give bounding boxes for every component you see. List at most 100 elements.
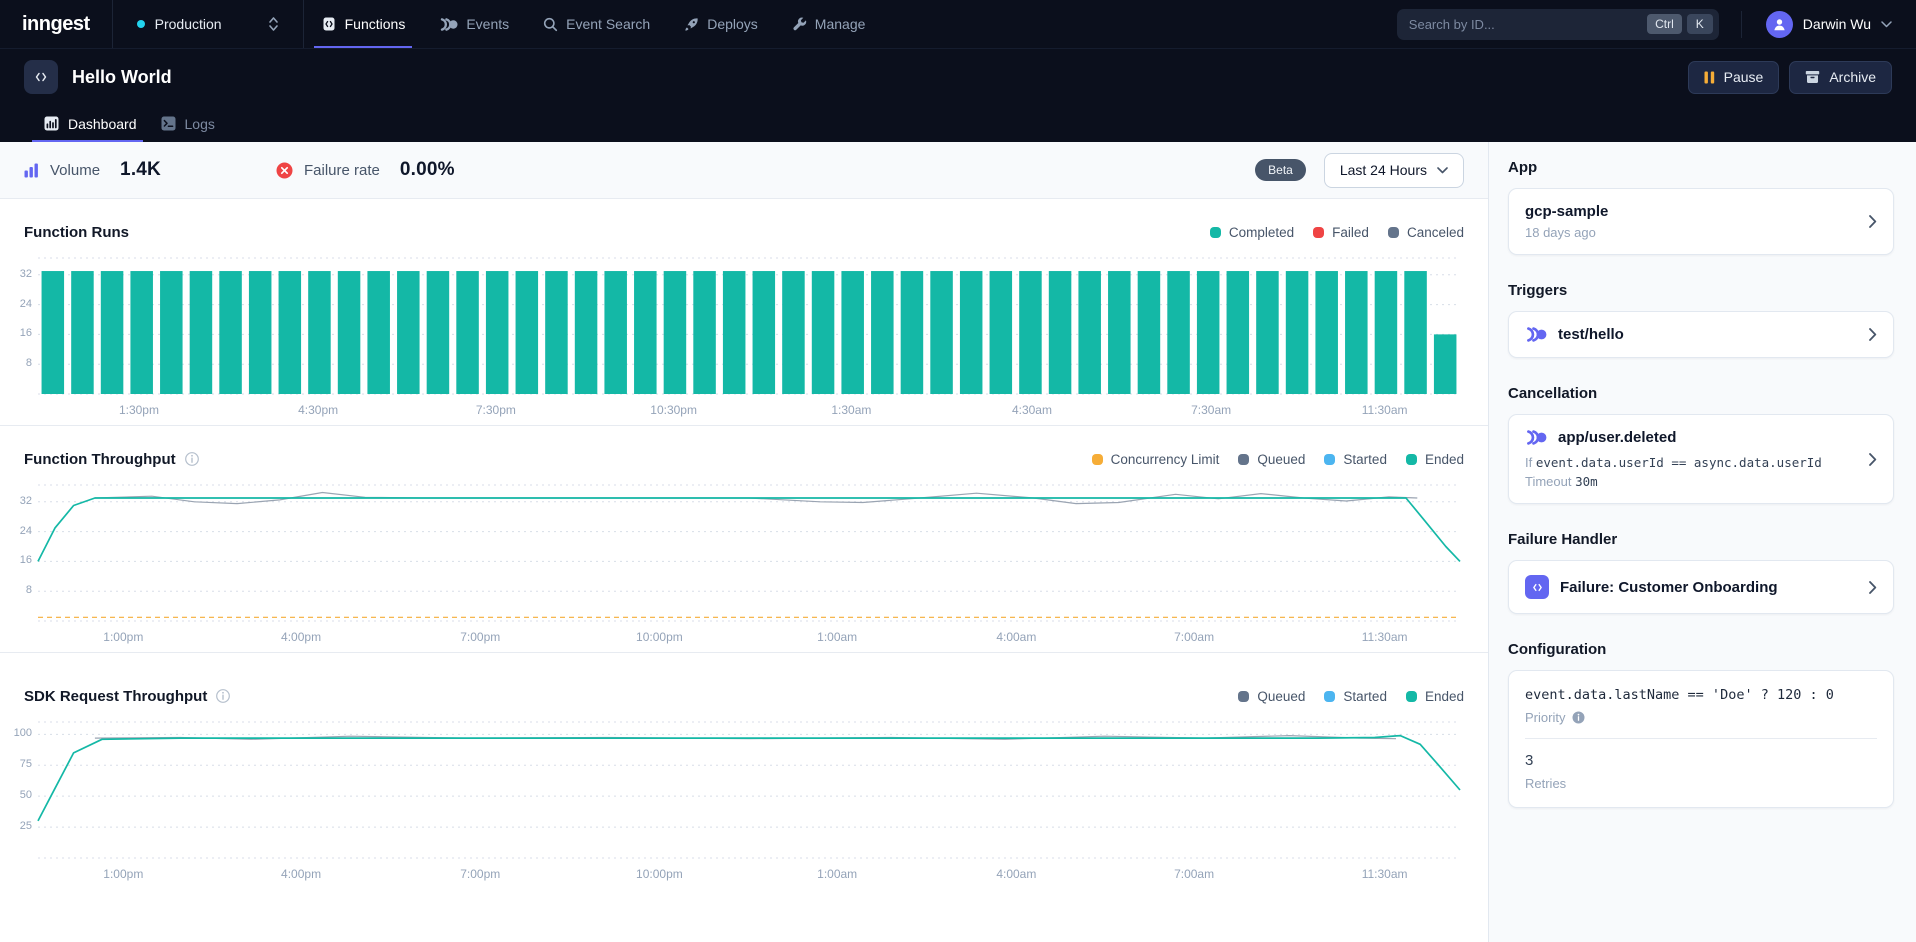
nav-item-events[interactable]: Events <box>422 0 526 48</box>
legend-item: Ended <box>1406 689 1464 704</box>
info-icon[interactable] <box>216 689 230 703</box>
details-sidebar: App gcp-sample 18 days ago Triggers test… <box>1489 142 1916 942</box>
app-name: gcp-sample <box>1525 203 1859 220</box>
nav-tabs: Functions Events Event Search Deploys Ma… <box>304 0 883 48</box>
function-icon <box>24 60 58 94</box>
x-axis-label: 1:30pm <box>99 403 179 417</box>
legend-swatch <box>1406 691 1417 702</box>
time-range-select[interactable]: Last 24 Hours <box>1324 153 1464 188</box>
rocket-icon <box>684 17 699 32</box>
x-axis-label: 7:00pm <box>440 867 520 881</box>
cancellation-event-name: app/user.deleted <box>1558 429 1676 446</box>
legend-swatch <box>1406 454 1417 465</box>
dashboard-icon <box>44 116 59 131</box>
volume-value: 1.4K <box>120 159 161 181</box>
configuration-card: event.data.lastName == 'Doe' ? 120 : 0 P… <box>1508 670 1894 808</box>
user-menu[interactable]: Darwin Wu <box>1741 11 1916 38</box>
chevron-down-icon <box>1437 167 1448 174</box>
legend-swatch <box>1324 691 1335 702</box>
trigger-event-name: test/hello <box>1558 326 1624 343</box>
x-axis-label: 11:30am <box>1345 403 1425 417</box>
archive-label: Archive <box>1829 69 1876 85</box>
x-axis-label: 7:30pm <box>456 403 536 417</box>
function-throughput-section: Function Throughput Concurrency LimitQue… <box>0 426 1488 653</box>
app-last-synced: 18 days ago <box>1525 225 1859 240</box>
failure-icon <box>276 162 293 179</box>
section-heading: Configuration <box>1508 641 1894 658</box>
stats-bar: Volume 1.4K Failure rate 0.00% Beta Last… <box>0 142 1488 199</box>
environment-status-dot <box>137 20 145 28</box>
trigger-card[interactable]: test/hello <box>1508 311 1894 358</box>
y-axis-tick: 8 <box>0 584 32 596</box>
function-header: Hello World Pause Archive Dashboard Logs <box>0 49 1916 142</box>
sdk-request-throughput-chart: 255075100 1:00pm4:00pm7:00pm10:00pm1:00a… <box>0 719 1488 885</box>
x-axis-label: 1:30am <box>811 403 891 417</box>
retries-label: Retries <box>1525 776 1877 791</box>
nav-item-deploys[interactable]: Deploys <box>667 0 775 48</box>
chart-title: Function Runs <box>24 224 129 241</box>
search-input[interactable] <box>1409 17 1642 32</box>
x-axis-label: 10:00pm <box>619 867 699 881</box>
nav-item-functions[interactable]: Functions <box>304 0 423 48</box>
failure-rate-label: Failure rate <box>304 162 380 179</box>
archive-button[interactable]: Archive <box>1789 61 1892 94</box>
ctrl-key-badge: Ctrl <box>1647 14 1682 34</box>
nav-item-manage[interactable]: Manage <box>775 0 883 48</box>
search-icon <box>543 17 558 32</box>
nav-item-event-search[interactable]: Event Search <box>526 0 667 48</box>
chart-title: Function Throughput <box>24 451 176 468</box>
x-axis-label: 4:00pm <box>261 630 341 644</box>
search-box[interactable]: Ctrl K <box>1397 9 1719 40</box>
if-label: If <box>1525 455 1532 470</box>
legend-item: Canceled <box>1388 225 1464 240</box>
function-runs-section: Function Runs CompletedFailedCanceled 81… <box>0 199 1488 426</box>
legend-item: Completed <box>1210 225 1294 240</box>
pause-button[interactable]: Pause <box>1688 61 1780 94</box>
legend-item: Ended <box>1406 452 1464 467</box>
divider <box>1525 738 1877 739</box>
configuration-section: Configuration event.data.lastName == 'Do… <box>1508 641 1894 808</box>
tab-label: Dashboard <box>68 116 137 132</box>
y-axis-tick: 25 <box>0 820 32 832</box>
avatar <box>1766 11 1793 38</box>
legend-swatch <box>1210 227 1221 238</box>
x-axis-label: 7:30am <box>1171 403 1251 417</box>
section-heading: Failure Handler <box>1508 531 1894 548</box>
k-key-badge: K <box>1687 14 1713 34</box>
chart-title: SDK Request Throughput <box>24 688 207 705</box>
x-axis-label: 7:00am <box>1154 867 1234 881</box>
cancellation-section: Cancellation app/user.deleted If event.d… <box>1508 385 1894 504</box>
failure-handler-card[interactable]: Failure: Customer Onboarding <box>1508 560 1894 614</box>
inngest-logo[interactable]: inngest <box>0 0 112 48</box>
top-nav: inngest Production Functions Events Even… <box>0 0 1916 49</box>
chevron-right-icon <box>1869 453 1877 466</box>
chart-legend: Concurrency LimitQueuedStartedEnded <box>1092 452 1464 467</box>
volume-label: Volume <box>50 162 100 179</box>
dashboard-main: Volume 1.4K Failure rate 0.00% Beta Last… <box>0 142 1489 942</box>
y-axis-tick: 16 <box>0 554 32 566</box>
tab-dashboard[interactable]: Dashboard <box>32 105 149 142</box>
triggers-section: Triggers test/hello <box>1508 282 1894 358</box>
pause-label: Pause <box>1724 69 1764 85</box>
function-throughput-chart: 8162432 1:00pm4:00pm7:00pm10:00pm1:00am4… <box>0 482 1488 648</box>
failure-rate-value: 0.00% <box>400 159 455 181</box>
legend-swatch <box>1238 454 1249 465</box>
chevron-right-icon <box>1869 581 1877 594</box>
y-axis-tick: 8 <box>0 357 32 369</box>
info-icon[interactable] <box>1572 711 1585 724</box>
cancellation-card[interactable]: app/user.deleted If event.data.userId ==… <box>1508 414 1894 504</box>
y-axis-tick: 75 <box>0 758 32 770</box>
timeout-label: Timeout <box>1525 474 1571 489</box>
volume-metric: Volume 1.4K <box>24 159 161 181</box>
y-axis-tick: 24 <box>0 525 32 537</box>
chevron-right-icon <box>1869 215 1877 228</box>
tab-label: Logs <box>185 116 215 132</box>
app-card[interactable]: gcp-sample 18 days ago <box>1508 188 1894 255</box>
legend-item: Concurrency Limit <box>1092 452 1220 467</box>
environment-selector[interactable]: Production <box>113 0 303 48</box>
priority-expression: event.data.lastName == 'Doe' ? 120 : 0 <box>1525 687 1877 703</box>
tab-logs[interactable]: Logs <box>149 105 227 142</box>
info-icon[interactable] <box>185 452 199 466</box>
y-axis-tick: 24 <box>0 298 32 310</box>
chevron-down-icon <box>1881 21 1892 28</box>
